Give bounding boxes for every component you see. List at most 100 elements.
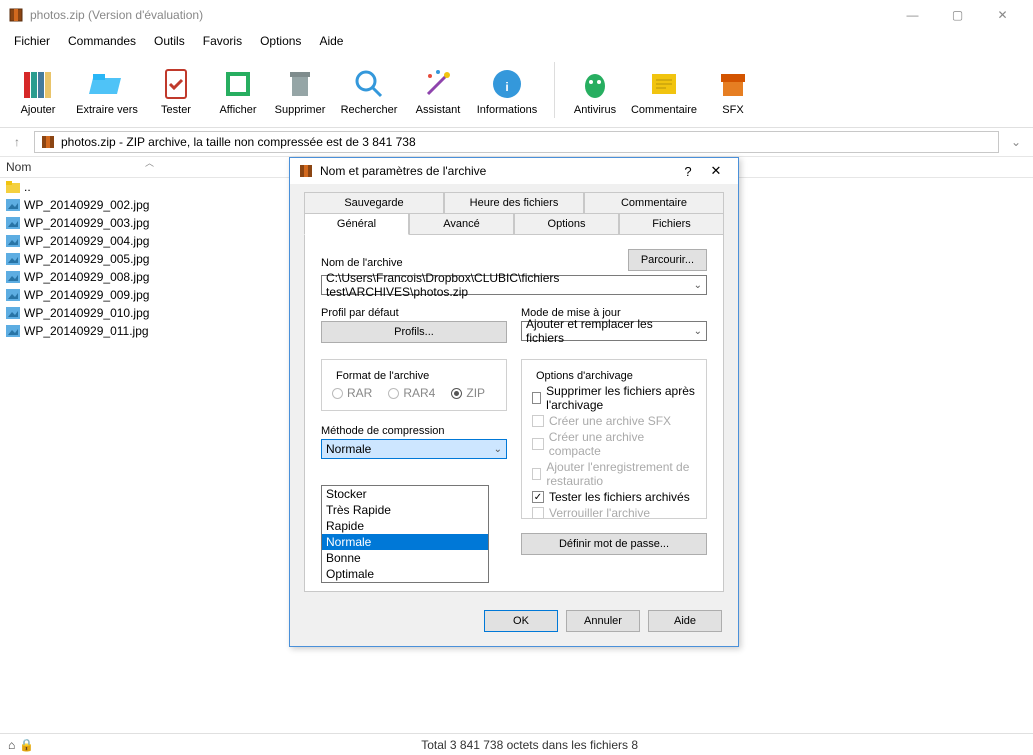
radio-rar4[interactable]: RAR4 [388,386,435,400]
folder-open-icon [87,64,127,104]
browse-button[interactable]: Parcourir... [628,249,707,271]
toolbar-antivirus-label: Antivirus [574,104,616,116]
tab-options[interactable]: Options [514,213,619,235]
compression-method-select[interactable]: Normale ⌄ [321,439,507,459]
toolbar-extract-label: Extraire vers [76,104,138,116]
toolbar-find[interactable]: Rechercher [334,64,404,116]
up-button[interactable]: ↑ [6,135,28,149]
option-store[interactable]: Stocker [322,486,488,502]
toolbar-delete[interactable]: Supprimer [272,64,328,116]
profiles-button[interactable]: Profils... [321,321,507,343]
close-button[interactable]: ✕ [980,0,1025,30]
option-fast[interactable]: Rapide [322,518,488,534]
toolbar-antivirus[interactable]: Antivirus [567,64,623,116]
drive-icon: ⌂ [8,738,15,752]
tab-comment[interactable]: Commentaire [584,192,724,213]
archive-icon [41,135,55,149]
toolbar-delete-label: Supprimer [275,104,326,116]
menu-commands[interactable]: Commandes [60,32,144,50]
archive-name-field[interactable]: C:\Users\Francois\Dropbox\CLUBIC\fichier… [321,275,707,295]
options-legend: Options d'archivage [532,370,637,382]
maximize-button[interactable]: ▢ [935,0,980,30]
menu-favorites[interactable]: Favoris [195,32,250,50]
ok-button[interactable]: OK [484,610,558,632]
dialog-buttons: OK Annuler Aide [290,600,738,646]
menu-options[interactable]: Options [252,32,309,50]
file-name: WP_20140929_003.jpg [24,216,149,230]
box-icon [713,64,753,104]
toolbar-comment-label: Commentaire [631,104,697,116]
set-password-button[interactable]: Définir mot de passe... [521,533,707,555]
minimize-button[interactable]: — [890,0,935,30]
lock-icon: 🔒 [19,738,34,752]
image-icon [6,253,20,265]
bug-icon [575,64,615,104]
address-dropdown-icon[interactable]: ⌄ [1005,135,1027,149]
toolbar-wizard-label: Assistant [416,104,461,116]
profile-label: Profil par défaut [321,307,507,319]
toolbar-view[interactable]: Afficher [210,64,266,116]
folder-up-icon [6,181,20,193]
check-recovery: Ajouter l'enregistrement de restauratio [532,460,696,488]
radio-zip[interactable]: ZIP [451,386,485,400]
sort-indicator-icon: ︿ [145,156,154,169]
toolbar-separator [554,62,555,118]
check-solid: Créer une archive compacte [532,430,696,458]
dialog-title: Nom et paramètres de l'archive [320,164,674,178]
menu-help[interactable]: Aide [311,32,351,50]
tab-files[interactable]: Fichiers [619,213,724,235]
toolbar-comment[interactable]: Commentaire [629,64,699,116]
option-good[interactable]: Bonne [322,550,488,566]
file-name: WP_20140929_008.jpg [24,270,149,284]
option-best[interactable]: Optimale [322,566,488,582]
toolbar-info-label: Informations [477,104,538,116]
address-text: photos.zip - ZIP archive, la taille non … [61,135,416,149]
cancel-button[interactable]: Annuler [566,610,640,632]
radio-rar[interactable]: RAR [332,386,372,400]
address-field[interactable]: photos.zip - ZIP archive, la taille non … [34,131,999,153]
file-name: .. [24,180,31,194]
help-button[interactable]: Aide [648,610,722,632]
toolbar-wizard[interactable]: Assistant [410,64,466,116]
image-icon [6,217,20,229]
image-icon [6,289,20,301]
image-icon [6,235,20,247]
app-icon [8,7,24,23]
check-sfx: Créer une archive SFX [532,414,696,428]
option-normal[interactable]: Normale [322,534,488,550]
option-fastest[interactable]: Très Rapide [322,502,488,518]
addressbar: ↑ photos.zip - ZIP archive, la taille no… [0,128,1033,156]
svg-text:i: i [505,80,508,94]
chevron-down-icon: ⌄ [694,280,702,291]
tab-general[interactable]: Général [304,213,409,235]
books-icon [18,64,58,104]
tab-backup[interactable]: Sauvegarde [304,192,444,213]
window-title: photos.zip (Version d'évaluation) [30,8,890,22]
toolbar-test[interactable]: Tester [148,64,204,116]
dialog-close-button[interactable]: ✕ [702,163,730,179]
menu-tools[interactable]: Outils [146,32,193,50]
tab-time[interactable]: Heure des fichiers [444,192,584,213]
toolbar-info[interactable]: i Informations [472,64,542,116]
statusbar: ⌂ 🔒 Total 3 841 738 octets dans les fich… [0,733,1033,755]
dialog-help-button[interactable]: ? [674,164,702,179]
toolbar-extract[interactable]: Extraire vers [72,64,142,116]
status-text: Total 3 841 738 octets dans les fichiers… [421,738,638,752]
check-delete-after[interactable]: Supprimer les fichiers après l'archivage [532,384,696,412]
header-name[interactable]: Nom ︿ [0,157,300,177]
archive-dialog: Nom et paramètres de l'archive ? ✕ Sauve… [289,157,739,647]
toolbar-sfx[interactable]: SFX [705,64,761,116]
dialog-body: Sauvegarde Heure des fichiers Commentair… [290,184,738,600]
info-icon: i [487,64,527,104]
format-fieldset: Format de l'archive RAR RAR4 ZIP [321,359,507,411]
chevron-down-icon: ⌄ [694,326,702,337]
method-label: Méthode de compression [321,425,507,437]
tab-advanced[interactable]: Avancé [409,213,514,235]
update-mode-select[interactable]: Ajouter et remplacer les fichiers ⌄ [521,321,707,341]
check-test[interactable]: ✓Tester les fichiers archivés [532,490,696,504]
toolbar-view-label: Afficher [219,104,256,116]
menu-file[interactable]: Fichier [6,32,58,50]
toolbar-add[interactable]: Ajouter [10,64,66,116]
note-icon [644,64,684,104]
toolbar-find-label: Rechercher [341,104,398,116]
